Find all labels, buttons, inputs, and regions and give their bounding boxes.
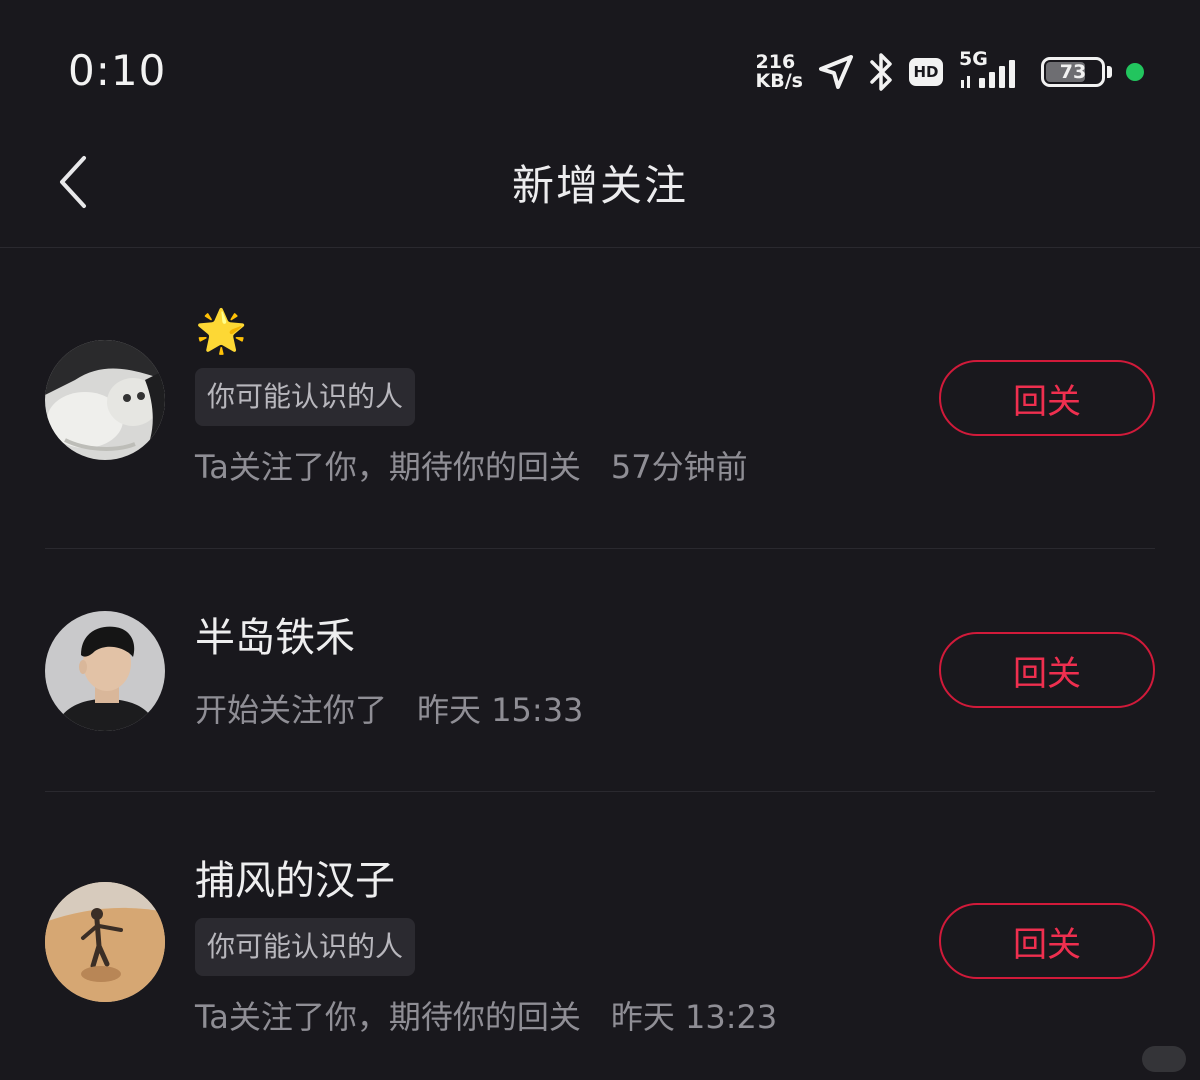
- desert-person-avatar-image: [45, 882, 165, 1002]
- bluetooth-icon: [870, 53, 892, 91]
- privacy-indicator-dot: [1126, 63, 1144, 81]
- battery-level: 73: [1059, 61, 1087, 83]
- username: 🌟: [195, 306, 248, 355]
- signal-group: 5G: [957, 48, 1027, 92]
- item-content: 半岛铁禾 开始关注你了 昨天 15:33: [195, 605, 583, 731]
- username: 捕风的汉子: [195, 858, 395, 904]
- item-content: 🌟 你可能认识的人 Ta关注了你，期待你的回关 57分钟前: [195, 306, 748, 488]
- avatar[interactable]: [45, 340, 165, 460]
- page-title: 新增关注: [511, 161, 688, 210]
- new-followers-screen: 0:10 216 KB/s HD 5G 73 新增关注 🌟 你可能认识的人 Ta…: [0, 0, 1200, 1080]
- follow-meta: 开始关注你了 昨天 15:33: [195, 685, 583, 731]
- follow-meta: Ta关注了你，期待你的回关 57分钟前: [195, 442, 748, 488]
- list-item[interactable]: 捕风的汉子 你可能认识的人 Ta关注了你，期待你的回关 昨天 13:23 回关: [45, 792, 1155, 1080]
- follow-time: 昨天 15:33: [417, 691, 584, 729]
- follow-meta: Ta关注了你，期待你的回关 昨天 13:23: [195, 992, 777, 1038]
- status-icons: 216 KB/s HD 5G 73: [756, 48, 1144, 96]
- suggestion-tag: 你可能认识的人: [195, 918, 416, 976]
- hd-voice-icon: HD: [909, 58, 943, 86]
- follow-time: 昨天 13:23: [610, 998, 778, 1036]
- item-content: 捕风的汉子 你可能认识的人 Ta关注了你，期待你的回关 昨天 13:23: [195, 848, 777, 1038]
- avatar[interactable]: [45, 611, 165, 731]
- watermark-logo: [1142, 1046, 1186, 1072]
- nav-header: 新增关注: [0, 140, 1200, 248]
- follow-message: 开始关注你了: [195, 691, 388, 729]
- network-speed: 216 KB/s: [756, 53, 803, 91]
- battery-cap: [1107, 66, 1112, 78]
- suggestion-tag: 你可能认识的人: [195, 368, 416, 426]
- man-portrait-avatar-image: [45, 611, 165, 731]
- signal-bars-icon: [961, 60, 1015, 88]
- cat-avatar-image: [45, 340, 165, 460]
- follow-back-button[interactable]: 回关: [939, 632, 1155, 708]
- battery-icon: 73: [1041, 57, 1105, 87]
- list-item[interactable]: 半岛铁禾 开始关注你了 昨天 15:33 回关: [45, 549, 1155, 791]
- follow-message: Ta关注了你，期待你的回关: [195, 448, 581, 486]
- follow-message: Ta关注了你，期待你的回关: [195, 998, 581, 1036]
- status-time: 0:10: [68, 46, 167, 95]
- location-arrow-icon: [819, 55, 853, 89]
- avatar[interactable]: [45, 882, 165, 1002]
- list-item[interactable]: 🌟 你可能认识的人 Ta关注了你，期待你的回关 57分钟前 回关: [45, 248, 1155, 548]
- status-bar: 0:10 216 KB/s HD 5G 73: [0, 0, 1200, 140]
- username: 半岛铁禾: [195, 615, 355, 661]
- follow-time: 57分钟前: [610, 448, 748, 486]
- follow-back-button[interactable]: 回关: [939, 360, 1155, 436]
- follow-back-button[interactable]: 回关: [939, 903, 1155, 979]
- network-speed-unit: KB/s: [755, 70, 803, 92]
